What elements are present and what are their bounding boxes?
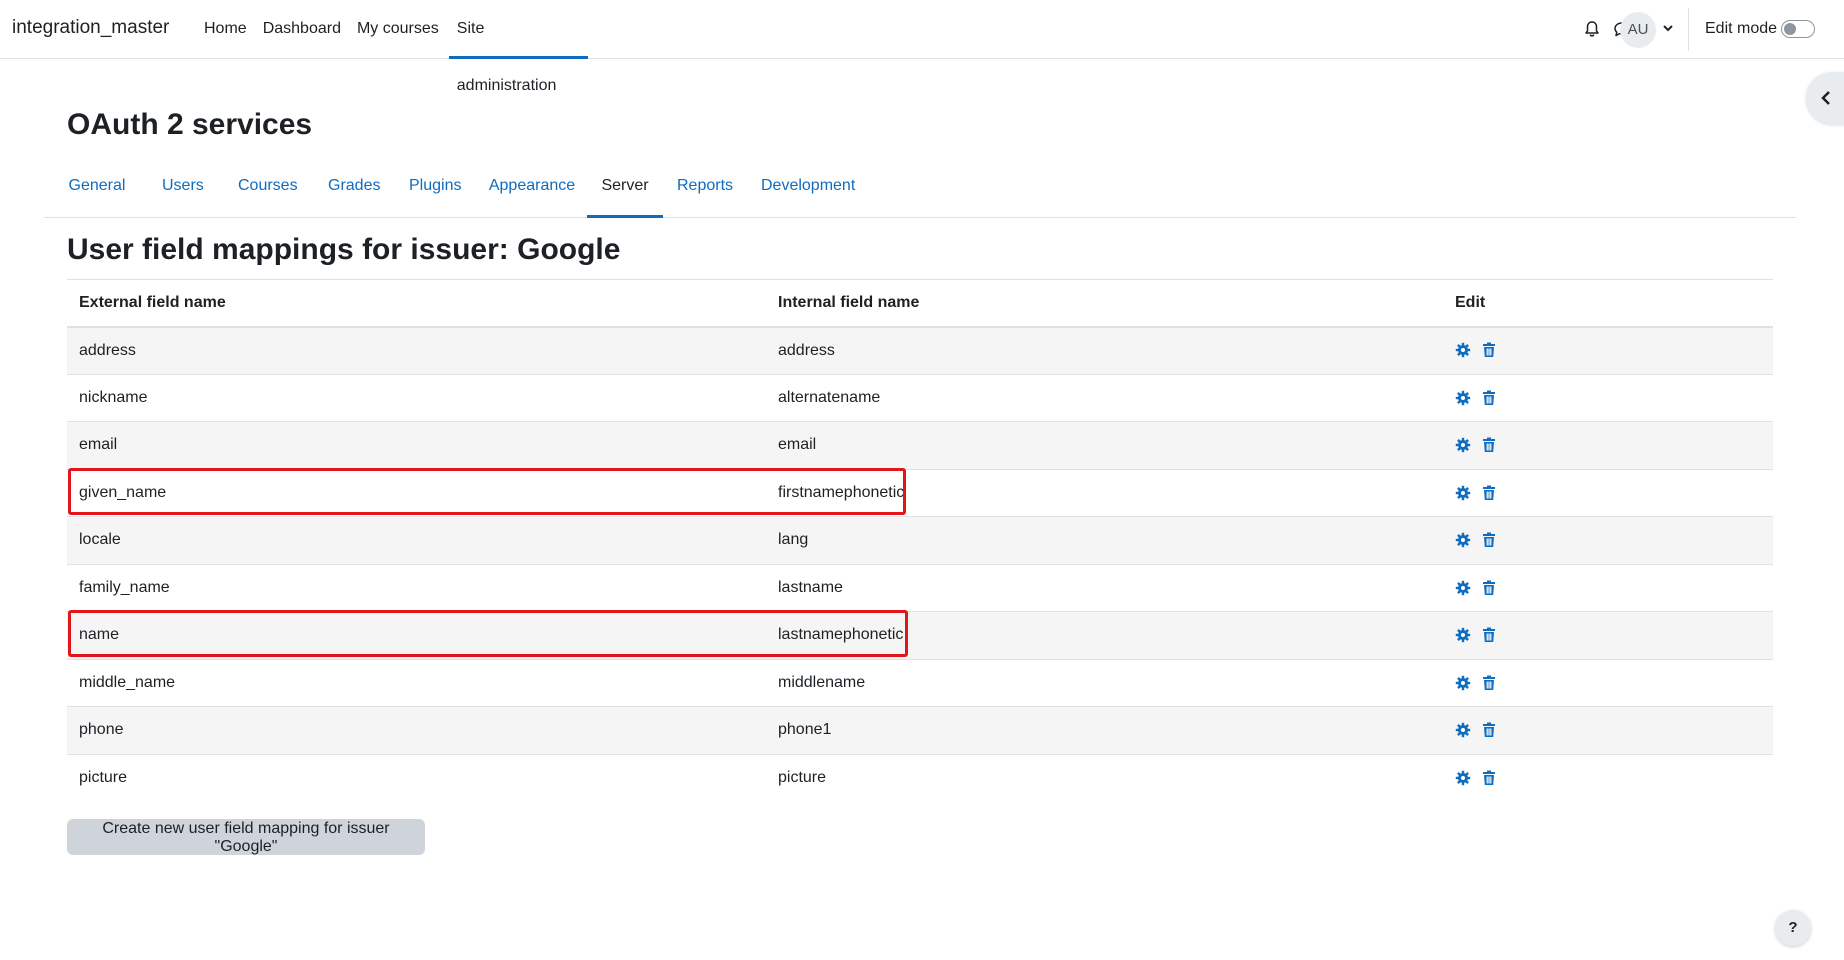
- bell-icon[interactable]: [1583, 20, 1601, 38]
- field-mappings-table: External field name Internal field name …: [67, 279, 1773, 802]
- chevron-left-icon: [1821, 91, 1830, 105]
- edit-actions-cell: [1443, 421, 1773, 469]
- gear-icon[interactable]: [1455, 722, 1471, 738]
- open-drawer-button[interactable]: [1806, 72, 1844, 124]
- table-header-row: External field name Internal field name …: [67, 279, 1773, 328]
- external-field-cell: name: [67, 611, 766, 659]
- gear-icon[interactable]: [1455, 627, 1471, 643]
- nav-site-administration[interactable]: Site administration: [448, 0, 588, 94]
- tab-plugins[interactable]: Plugins: [409, 165, 461, 218]
- tab-courses[interactable]: Courses: [238, 165, 298, 218]
- trash-icon[interactable]: [1481, 485, 1497, 501]
- trash-icon[interactable]: [1481, 675, 1497, 691]
- internal-field-cell: middlename: [766, 658, 1443, 707]
- internal-field-cell: picture: [766, 753, 1443, 802]
- edit-actions-cell: [1443, 373, 1773, 422]
- internal-field-cell: lastnamephonetic: [766, 611, 1443, 659]
- external-field-cell: email: [67, 421, 766, 469]
- section-title: User field mappings for issuer: Google: [67, 233, 621, 266]
- trash-icon[interactable]: [1481, 580, 1497, 596]
- table-row: locale lang: [67, 516, 1773, 564]
- gear-icon[interactable]: [1455, 390, 1471, 406]
- gear-icon[interactable]: [1455, 580, 1471, 596]
- user-avatar[interactable]: AU: [1620, 12, 1656, 48]
- external-field-cell: locale: [67, 516, 766, 564]
- create-mapping-button[interactable]: Create new user field mapping for issuer…: [67, 819, 425, 855]
- toggle-knob: [1784, 23, 1796, 35]
- internal-field-cell: alternatename: [766, 373, 1443, 422]
- primary-navigation: Home Dashboard My courses Site administr…: [196, 0, 588, 94]
- gear-icon[interactable]: [1455, 770, 1471, 786]
- table-row: picture picture: [67, 753, 1773, 802]
- edit-actions-cell: [1443, 706, 1773, 754]
- edit-actions-cell: [1443, 563, 1773, 612]
- table-row: middle_name middlename: [67, 658, 1773, 707]
- edit-actions-cell: [1443, 326, 1773, 374]
- tab-general[interactable]: General: [66, 165, 128, 218]
- internal-field-cell: lastname: [766, 563, 1443, 612]
- external-field-cell: family_name: [67, 563, 766, 612]
- gear-icon[interactable]: [1455, 532, 1471, 548]
- internal-field-cell: firstnamephonetic: [766, 468, 1443, 517]
- trash-icon[interactable]: [1481, 770, 1497, 786]
- table-row: phone phone1: [67, 706, 1773, 754]
- edit-actions-cell: [1443, 611, 1773, 659]
- header-external-field: External field name: [67, 279, 766, 328]
- edit-actions-cell: [1443, 468, 1773, 517]
- trash-icon[interactable]: [1481, 532, 1497, 548]
- table-row: address address: [67, 326, 1773, 374]
- table-row: email email: [67, 421, 1773, 469]
- chevron-down-icon[interactable]: [1662, 22, 1674, 34]
- gear-icon[interactable]: [1455, 342, 1471, 358]
- external-field-cell: given_name: [67, 468, 766, 517]
- table-row: name lastnamephonetic: [67, 611, 1773, 659]
- external-field-cell: nickname: [67, 373, 766, 422]
- gear-icon[interactable]: [1455, 437, 1471, 453]
- external-field-cell: address: [67, 326, 766, 374]
- page-title: OAuth 2 services: [67, 108, 313, 141]
- edit-actions-cell: [1443, 658, 1773, 707]
- external-field-cell: middle_name: [67, 658, 766, 707]
- nav-home[interactable]: Home: [196, 0, 255, 59]
- top-navbar: integration_master Home Dashboard My cou…: [0, 0, 1844, 94]
- tab-grades[interactable]: Grades: [328, 165, 380, 218]
- external-field-cell: picture: [67, 753, 766, 802]
- tab-reports[interactable]: Reports: [676, 165, 734, 218]
- edit-actions-cell: [1443, 516, 1773, 564]
- edit-actions-cell: [1443, 753, 1773, 802]
- table-row: nickname alternatename: [67, 373, 1773, 422]
- table-row: family_name lastname: [67, 563, 1773, 612]
- internal-field-cell: email: [766, 421, 1443, 469]
- tab-server[interactable]: Server: [587, 165, 663, 218]
- navbar-divider: [1688, 8, 1689, 51]
- edit-mode-label: Edit mode: [1705, 20, 1778, 37]
- tab-appearance[interactable]: Appearance: [487, 165, 577, 218]
- gear-icon[interactable]: [1455, 485, 1471, 501]
- gear-icon[interactable]: [1455, 675, 1471, 691]
- trash-icon[interactable]: [1481, 342, 1497, 358]
- internal-field-cell: phone1: [766, 706, 1443, 754]
- internal-field-cell: address: [766, 326, 1443, 374]
- help-button[interactable]: ?: [1775, 910, 1811, 946]
- nav-dashboard[interactable]: Dashboard: [255, 0, 349, 59]
- tab-development[interactable]: Development: [761, 165, 855, 218]
- nav-my-courses[interactable]: My courses: [349, 0, 447, 59]
- header-internal-field: Internal field name: [766, 279, 1443, 328]
- table-row: given_name firstnamephonetic: [67, 468, 1773, 517]
- edit-mode-toggle[interactable]: [1781, 20, 1815, 38]
- trash-icon[interactable]: [1481, 390, 1497, 406]
- header-edit: Edit: [1443, 279, 1773, 328]
- trash-icon[interactable]: [1481, 437, 1497, 453]
- tab-users[interactable]: Users: [162, 165, 204, 218]
- trash-icon[interactable]: [1481, 722, 1497, 738]
- external-field-cell: phone: [67, 706, 766, 754]
- trash-icon[interactable]: [1481, 627, 1497, 643]
- internal-field-cell: lang: [766, 516, 1443, 564]
- site-brand[interactable]: integration_master: [12, 17, 169, 39]
- secondary-navigation: General Users Courses Grades Plugins App…: [44, 165, 1796, 218]
